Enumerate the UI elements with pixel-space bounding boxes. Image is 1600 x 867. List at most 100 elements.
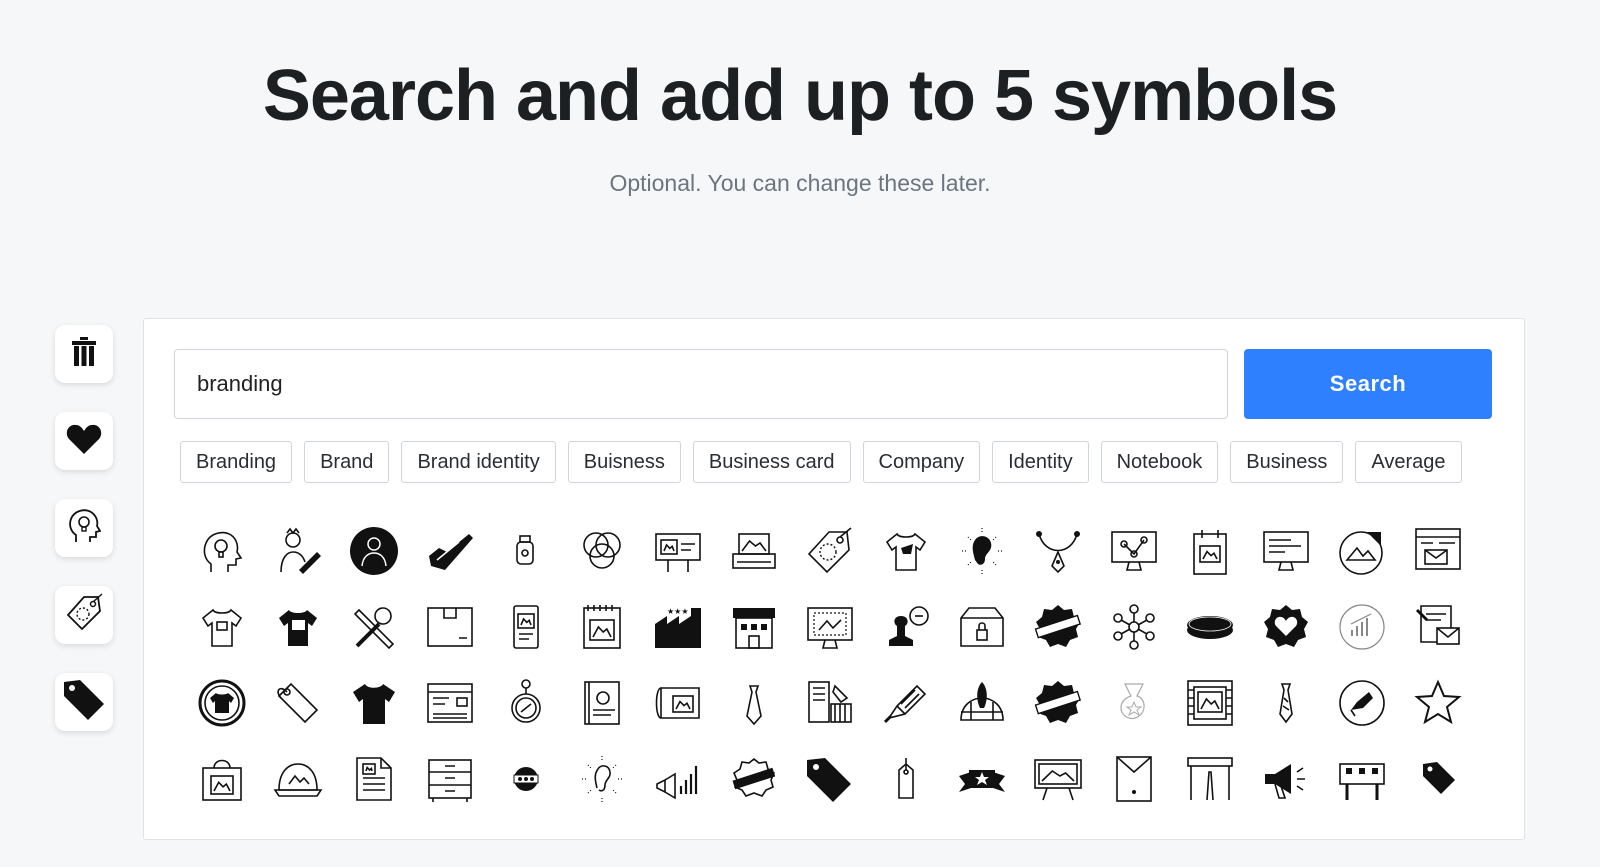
- symbol-result-59[interactable]: [716, 743, 792, 819]
- symbol-result-44[interactable]: [868, 667, 944, 743]
- megaphone-chart-icon: [653, 754, 703, 809]
- symbol-result-56[interactable]: [488, 743, 564, 819]
- symbol-result-8[interactable]: [716, 515, 792, 591]
- search-input[interactable]: [174, 349, 1228, 419]
- symbol-result-27[interactable]: [868, 591, 944, 667]
- symbol-result-45[interactable]: [944, 667, 1020, 743]
- symbol-result-1[interactable]: [184, 515, 260, 591]
- symbol-result-23[interactable]: [564, 591, 640, 667]
- symbol-result-68[interactable]: [1400, 743, 1476, 819]
- symbol-result-19[interactable]: [260, 591, 336, 667]
- symbol-result-60[interactable]: [792, 743, 868, 819]
- symbol-result-10[interactable]: [868, 515, 944, 591]
- symbol-result-30[interactable]: [1096, 591, 1172, 667]
- tag-brand-identity[interactable]: Brand identity: [401, 441, 556, 483]
- symbol-result-24[interactable]: ★★★: [640, 591, 716, 667]
- symbol-result-15[interactable]: [1248, 515, 1324, 591]
- symbol-result-35[interactable]: [184, 667, 260, 743]
- tag-company[interactable]: Company: [862, 441, 981, 483]
- symbol-result-46[interactable]: [1020, 667, 1096, 743]
- symbol-result-9[interactable]: [792, 515, 868, 591]
- symbol-result-39[interactable]: [488, 667, 564, 743]
- selected-symbol-3[interactable]: [55, 586, 113, 644]
- tag-business-card[interactable]: Business card: [692, 441, 851, 483]
- head-lightbulb-icon: [197, 526, 247, 581]
- symbol-result-37[interactable]: [336, 667, 412, 743]
- symbol-result-11[interactable]: [944, 515, 1020, 591]
- heart-badge-icon: [1261, 602, 1311, 657]
- symbol-result-53[interactable]: [260, 743, 336, 819]
- tag-notebook[interactable]: Notebook: [1100, 441, 1219, 483]
- selected-symbol-1[interactable]: [55, 412, 113, 470]
- symbol-result-57[interactable]: [564, 743, 640, 819]
- picture-frame-icon: [1185, 678, 1235, 733]
- symbol-result-17[interactable]: [1400, 515, 1476, 591]
- tag-brand[interactable]: Brand: [304, 441, 390, 483]
- symbol-result-43[interactable]: [792, 667, 868, 743]
- symbol-result-20[interactable]: [336, 591, 412, 667]
- symbol-result-16[interactable]: [1324, 515, 1400, 591]
- tag-identity[interactable]: Identity: [992, 441, 1089, 483]
- stamp-icon: [881, 602, 931, 657]
- symbol-result-58[interactable]: [640, 743, 716, 819]
- symbol-result-31[interactable]: [1172, 591, 1248, 667]
- symbol-result-12[interactable]: [1020, 515, 1096, 591]
- symbol-result-52[interactable]: [184, 743, 260, 819]
- symbol-result-42[interactable]: [716, 667, 792, 743]
- tag-branding[interactable]: Branding: [180, 441, 293, 483]
- head-lightbulb-icon: [67, 508, 102, 549]
- symbol-result-66[interactable]: [1248, 743, 1324, 819]
- tag-buisness[interactable]: Buisness: [567, 441, 681, 483]
- selected-symbol-4[interactable]: [55, 673, 113, 731]
- symbol-result-62[interactable]: [944, 743, 1020, 819]
- symbol-result-50[interactable]: [1324, 667, 1400, 743]
- symbol-result-47[interactable]: [1096, 667, 1172, 743]
- symbol-result-6[interactable]: [564, 515, 640, 591]
- symbol-result-51[interactable]: [1400, 667, 1476, 743]
- symbol-result-4[interactable]: [412, 515, 488, 591]
- symbol-result-28[interactable]: [944, 591, 1020, 667]
- tag-average[interactable]: Average: [1355, 441, 1462, 483]
- symbol-result-67[interactable]: [1324, 743, 1400, 819]
- symbol-result-2[interactable]: [260, 515, 336, 591]
- symbol-result-61[interactable]: [868, 743, 944, 819]
- symbol-result-5[interactable]: [488, 515, 564, 591]
- search-button[interactable]: Search: [1244, 349, 1492, 419]
- symbol-result-33[interactable]: [1324, 591, 1400, 667]
- envelope-layout-icon: [1413, 526, 1463, 581]
- symbol-result-36[interactable]: [260, 667, 336, 743]
- symbol-result-63[interactable]: [1020, 743, 1096, 819]
- symbol-result-18[interactable]: [184, 591, 260, 667]
- symbol-result-34[interactable]: [1400, 591, 1476, 667]
- symbol-result-21[interactable]: [412, 591, 488, 667]
- symbol-result-48[interactable]: [1172, 667, 1248, 743]
- symbol-search-panel: Search Branding Brand Brand identity Buisne…: [143, 318, 1525, 840]
- symbol-result-38[interactable]: [412, 667, 488, 743]
- symbol-result-25[interactable]: [716, 591, 792, 667]
- symbol-result-55[interactable]: [412, 743, 488, 819]
- tshirt-icon: [881, 526, 931, 581]
- symbol-result-29[interactable]: [1020, 591, 1096, 667]
- tag-business[interactable]: Business: [1230, 441, 1344, 483]
- ear-rays-icon: [577, 754, 627, 809]
- trash-button[interactable]: [55, 325, 113, 383]
- symbol-result-49[interactable]: [1248, 667, 1324, 743]
- symbol-result-32[interactable]: [1248, 591, 1324, 667]
- symbol-result-22[interactable]: [488, 591, 564, 667]
- symbol-result-64[interactable]: [1096, 743, 1172, 819]
- rocket-globe-icon: [957, 678, 1007, 733]
- cap-icon: [273, 754, 323, 809]
- symbol-result-65[interactable]: [1172, 743, 1248, 819]
- symbol-result-3[interactable]: [336, 515, 412, 591]
- monitor-text-icon: [1261, 526, 1311, 581]
- symbol-result-26[interactable]: [792, 591, 868, 667]
- keychain-icon: [501, 678, 551, 733]
- symbol-result-54[interactable]: [336, 743, 412, 819]
- symbol-result-41[interactable]: [640, 667, 716, 743]
- symbol-result-40[interactable]: [564, 667, 640, 743]
- symbol-result-13[interactable]: [1096, 515, 1172, 591]
- monitor-network-icon: [1109, 526, 1159, 581]
- selected-symbol-2[interactable]: [55, 499, 113, 557]
- symbol-result-14[interactable]: [1172, 515, 1248, 591]
- symbol-result-7[interactable]: [640, 515, 716, 591]
